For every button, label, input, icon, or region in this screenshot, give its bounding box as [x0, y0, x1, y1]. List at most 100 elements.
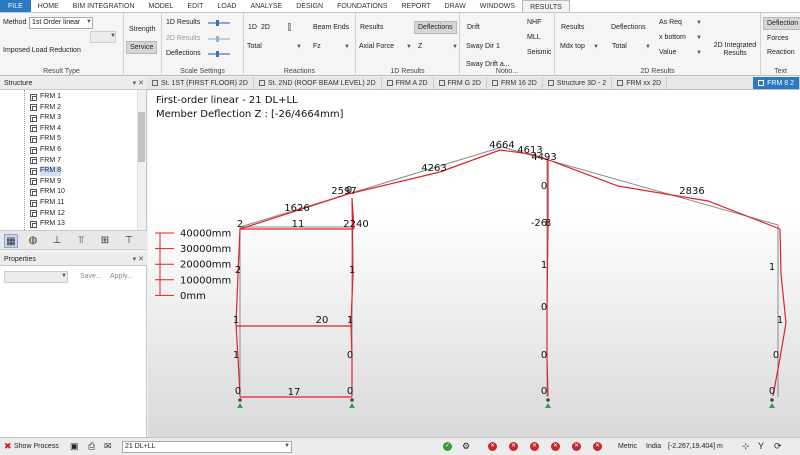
tree-item[interactable]: FRM 4 — [30, 124, 61, 134]
menu-foundations[interactable]: FOUNDATIONS — [330, 0, 394, 12]
tree-item[interactable]: FRM 9 — [30, 177, 61, 187]
error-icon[interactable]: ✕ — [593, 442, 602, 451]
scale-1d-slider[interactable] — [208, 20, 230, 26]
tree-scrollbar[interactable] — [137, 90, 146, 230]
tree-scrollbar-thumb[interactable] — [138, 112, 145, 162]
reactions-total[interactable]: Total — [247, 43, 262, 50]
tree-item[interactable]: FRM 12 — [30, 209, 65, 219]
error-icon[interactable]: ✕ — [509, 442, 518, 451]
panel-pin-close-icons[interactable]: ▾ ✕ — [133, 253, 144, 266]
structure-view-icon[interactable]: ▦ — [4, 234, 18, 248]
properties-apply-button[interactable]: Apply... — [110, 273, 133, 280]
view-tab[interactable]: St. 2ND (ROOF BEAM LEVEL) 2D — [254, 77, 382, 89]
tree-item[interactable]: FRM 5 — [30, 134, 61, 144]
menu-results[interactable]: RESULTS — [522, 0, 570, 12]
seismic-button[interactable]: Seismic — [527, 49, 552, 56]
view-tab[interactable]: St. 1ST (FIRST FLOOR) 2D — [147, 77, 254, 89]
menu-edit[interactable]: EDIT — [180, 0, 210, 12]
error-icon[interactable]: ✕ — [530, 442, 539, 451]
tree-item[interactable]: FRM 10 — [30, 187, 65, 197]
frame-icon[interactable]: ⊤ — [122, 234, 136, 248]
menu-home[interactable]: HOME — [31, 0, 66, 12]
globe-icon[interactable]: ◍ — [26, 234, 40, 248]
view-tab[interactable]: FRM 8 2 — [753, 77, 800, 89]
value-select[interactable]: Value — [659, 49, 676, 56]
tree-item[interactable]: FRM 1 — [30, 92, 61, 102]
properties-combo[interactable] — [4, 271, 68, 283]
menu-model[interactable]: MODEL — [142, 0, 181, 12]
deflections-1d-button[interactable]: Deflections — [414, 21, 457, 34]
deflections-2d-button[interactable]: Deflections — [608, 22, 649, 33]
menu-file[interactable]: FILE — [0, 0, 31, 12]
tree-item[interactable]: FRM 2 — [30, 103, 61, 113]
service-button[interactable]: Service — [126, 41, 158, 54]
menu-load[interactable]: LOAD — [210, 0, 243, 12]
level-icon[interactable]: ⫪ — [74, 234, 88, 248]
drift-button[interactable]: Drift — [464, 22, 483, 33]
as-req-select[interactable]: As Req — [659, 19, 682, 26]
tree-item[interactable]: FRM 13 — [30, 219, 65, 229]
axis-icon[interactable]: ⊥ — [50, 234, 64, 248]
beam-ends-icon[interactable]: ⫿ — [288, 22, 291, 33]
scale-2d-slider[interactable] — [208, 36, 230, 42]
text-deflection-button[interactable]: Deflection — [763, 17, 800, 30]
view-tab[interactable]: FRM xx 2D — [612, 77, 668, 89]
email-icon[interactable]: ✉ — [104, 438, 112, 455]
sway-drift-select[interactable]: Sway Drift a... — [466, 61, 510, 68]
view-icon[interactable]: ▣ — [70, 438, 79, 455]
snap-icon[interactable]: ⊹ — [742, 438, 750, 455]
view-tab[interactable]: Structure 3D - 2 — [543, 77, 613, 89]
integrated-results-button[interactable]: 2D Integrated Results — [711, 42, 759, 58]
method-combo[interactable]: 1st Order linear — [29, 17, 93, 29]
scale-deflection-slider[interactable] — [208, 51, 230, 57]
tree-item[interactable]: FRM 6 — [30, 145, 61, 155]
menu-report[interactable]: REPORT — [395, 0, 438, 12]
drawing-canvas[interactable]: 40000mm 30000mm 20000mm 10000mm 0mm 4664 4613… — [148, 90, 800, 437]
units-metric[interactable]: Metric — [618, 438, 637, 455]
nhf-button[interactable]: NHF — [527, 19, 541, 26]
total-2d-select[interactable]: Total — [612, 43, 627, 50]
error-icon[interactable]: ✕ — [488, 442, 497, 451]
settings-icon[interactable]: ⚙ — [462, 438, 470, 455]
view-tab[interactable]: FRM A 2D — [382, 77, 434, 89]
direction-z-select[interactable]: Z — [418, 43, 422, 50]
show-process-button[interactable]: Show Process — [14, 438, 59, 455]
rotate-icon[interactable]: ⟳ — [774, 438, 782, 455]
menu-draw[interactable]: DRAW — [438, 0, 473, 12]
menu-windows[interactable]: WINDOWS — [473, 0, 522, 12]
menu-bim-integration[interactable]: BIM INTEGRATION — [66, 0, 142, 12]
properties-save-button[interactable]: Save... — [80, 273, 102, 280]
menu-design[interactable]: DESIGN — [289, 0, 330, 12]
error-icon[interactable]: ✕ — [572, 442, 581, 451]
mll-button[interactable]: MLL — [527, 34, 541, 41]
menu-analyse[interactable]: ANALYSE — [243, 0, 289, 12]
tree-item[interactable]: FRM 7 — [30, 156, 61, 166]
strength-button[interactable]: Strength — [126, 24, 158, 35]
check-ok-icon[interactable]: ✓ — [443, 442, 452, 451]
reactions-fz[interactable]: Fz — [313, 43, 321, 50]
panel-pin-close-icons[interactable]: ▾ ✕ — [133, 77, 144, 90]
beam-ends-button[interactable]: Beam Ends — [310, 22, 352, 33]
axis-y-icon[interactable]: Y — [758, 438, 764, 455]
text-forces-button[interactable]: Forces — [767, 35, 788, 42]
close-icon[interactable]: ✖ — [4, 438, 12, 455]
mdx-top-select[interactable]: Mdx top — [560, 43, 585, 50]
results-2d-button[interactable]: Results — [558, 22, 587, 33]
country-code[interactable]: India — [646, 438, 661, 455]
axial-force-select[interactable]: Axial Force — [359, 43, 394, 50]
error-icon[interactable]: ✕ — [551, 442, 560, 451]
results-1d-button[interactable]: Results — [357, 22, 386, 33]
print-icon[interactable]: ⎙ — [88, 438, 95, 455]
tree-item[interactable]: FRM 3 — [30, 113, 61, 123]
view-tab[interactable]: FRM 16 2D — [487, 77, 543, 89]
sway-dir-select[interactable]: Sway Dir 1 — [466, 43, 500, 50]
reactions-2d-button[interactable]: 2D — [258, 22, 273, 33]
grid-icon[interactable]: ⊞ — [98, 234, 112, 248]
view-tab[interactable]: FRM G 2D — [434, 77, 487, 89]
frame-drawing[interactable]: 40000mm30000mm20000mm10000mm0mm 4664 4613… — [148, 90, 800, 437]
load-combination-select[interactable]: 21 DL+LL — [122, 441, 292, 453]
tree-item[interactable]: FRM 8 — [30, 166, 61, 177]
tree-item[interactable]: FRM 11 — [30, 198, 64, 208]
text-reaction-button[interactable]: Reaction — [767, 49, 795, 56]
x-bottom-select[interactable]: x bottom — [659, 34, 686, 41]
